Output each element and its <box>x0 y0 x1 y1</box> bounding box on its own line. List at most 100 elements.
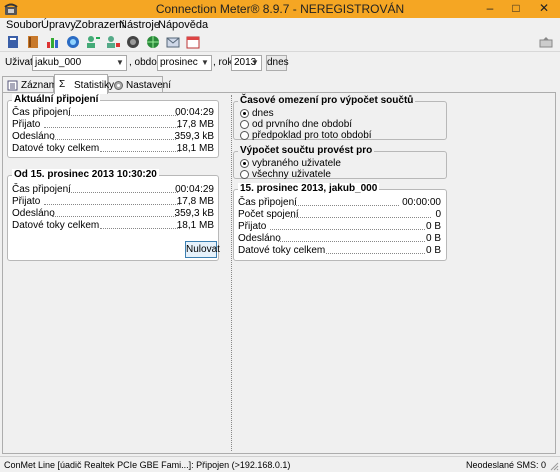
tab-settings-label: Nastavení <box>126 80 172 91</box>
status-bar: ConMet Line [úadič Realtek PCIe GBE Fami… <box>0 456 560 472</box>
stat-value: 0 B <box>425 233 441 244</box>
year-label: , rok <box>213 57 233 68</box>
radio-label: dnes <box>252 108 274 119</box>
panel-splitter[interactable] <box>231 95 232 451</box>
stat-label: Čas připojení <box>12 107 71 118</box>
stat-row: Čas připojení 00:04:29 <box>12 107 214 119</box>
stat-label: Přijato <box>12 119 41 130</box>
stat-value: 00:04:29 <box>175 184 214 195</box>
stat-label: Datové toky celkem <box>12 143 100 154</box>
radio-label: předpoklad pro toto období <box>252 130 372 141</box>
chevron-down-icon: ▼ <box>251 58 259 67</box>
settings-icon <box>114 81 123 90</box>
radio-indicator <box>240 170 249 179</box>
radio-label: vybraného uživatele <box>252 158 341 169</box>
stat-value: 18,1 MB <box>176 143 214 154</box>
time-limit-group: Časové omezení pro výpočet součtů dnes o… <box>233 95 447 141</box>
today-button[interactable]: dnes <box>266 55 289 71</box>
resize-grip-icon[interactable] <box>549 461 559 471</box>
connection-status: ConMet Line [úadič Realtek PCIe GBE Fami… <box>4 460 291 470</box>
stat-value: 0 B <box>425 221 441 232</box>
calendar-icon[interactable] <box>185 34 201 50</box>
stat-row: Počet spojení 0 <box>238 209 441 221</box>
bar-chart-icon[interactable] <box>45 34 61 50</box>
records-icon <box>7 80 18 91</box>
stat-row: Přijato 17,8 MB <box>12 119 214 131</box>
toolbar <box>0 32 560 52</box>
stat-row: Datové toky celkem 18,1 MB <box>12 143 214 155</box>
title-bar: Connection Meter® 8.9.7 - NEREGISTROVÁN … <box>0 0 560 18</box>
radio-label: všechny uživatele <box>252 169 331 180</box>
year-select[interactable]: 2013 ▼ <box>231 55 262 71</box>
chevron-down-icon: ▼ <box>201 58 209 67</box>
user-add-icon[interactable] <box>85 34 101 50</box>
tab-statistics[interactable]: Σ Statistiky <box>54 74 114 94</box>
menu-bar: Soubor Úpravy Zobrazení Nástroje Nápověd… <box>0 18 560 32</box>
radio-indicator <box>240 131 249 140</box>
menu-help[interactable]: Nápověda <box>158 19 208 31</box>
stat-value: 359,3 kB <box>174 131 214 142</box>
window-title: Connection Meter® 8.9.7 - NEREGISTROVÁN <box>155 2 405 16</box>
radio-indicator <box>240 120 249 129</box>
tab-settings[interactable]: Nastavení <box>108 76 171 93</box>
disconnect-icon[interactable] <box>125 34 141 50</box>
stat-row: Čas připojení 00:04:29 <box>12 184 214 196</box>
stat-value: 0 <box>435 209 441 220</box>
stat-value: 18,1 MB <box>176 220 214 231</box>
stat-label: Datové toky celkem <box>12 220 100 231</box>
address-book-icon[interactable] <box>25 34 41 50</box>
tab-records[interactable]: Záznamy <box>2 76 62 93</box>
stat-row: Odesláno 359,3 kB <box>12 208 214 220</box>
stat-label: Čas připojení <box>12 184 71 195</box>
reset-button[interactable]: Nulovat <box>185 241 220 258</box>
user-select[interactable]: jakub_000 ▼ <box>32 55 127 71</box>
stat-value: 17,8 MB <box>176 196 214 207</box>
maximize-button[interactable]: □ <box>506 1 526 16</box>
email-icon[interactable] <box>165 34 181 50</box>
tab-statistics-label: Statistiky <box>74 80 115 91</box>
menu-tools[interactable]: Nástroje <box>119 19 160 31</box>
stat-value: 17,8 MB <box>176 119 214 130</box>
user-select-value: jakub_000 <box>35 57 82 68</box>
summary-group: 15. prosinec 2013, jakub_000 Čas připoje… <box>233 183 447 261</box>
current-connection-group: Aktuální připojení Čas připojení 00:04:29… <box>7 94 219 158</box>
minimize-button[interactable]: – <box>480 1 500 16</box>
globe-icon[interactable] <box>145 34 161 50</box>
group-title: Aktuální připojení <box>12 94 101 105</box>
menu-edit[interactable]: Úpravy <box>41 19 76 31</box>
group-title: Výpočet součtu provést pro <box>238 145 375 156</box>
book-icon[interactable] <box>5 34 21 50</box>
stat-label: Odesláno <box>238 233 281 244</box>
stat-value: 00:04:29 <box>175 107 214 118</box>
menu-view[interactable]: Zobrazení <box>75 19 125 31</box>
close-button[interactable]: ✕ <box>534 1 554 16</box>
radio-label: od prvního dne období <box>252 119 353 130</box>
sms-status: Neodeslané SMS: 0 <box>465 460 546 470</box>
radio-indicator <box>240 159 249 168</box>
stat-label: Počet spojení <box>238 209 299 220</box>
stat-value: 0 B <box>425 245 441 256</box>
group-title: 15. prosinec 2013, jakub_000 <box>238 183 380 194</box>
menu-file[interactable]: Soubor <box>6 19 41 31</box>
stat-label: Odesláno <box>12 131 55 142</box>
period-select[interactable]: prosinec ▼ <box>157 55 212 71</box>
stat-row: Přijato 0 B <box>238 221 441 233</box>
sigma-icon: Σ <box>59 79 66 90</box>
stat-label: Přijato <box>238 221 267 232</box>
stat-row: Datové toky celkem 0 B <box>238 245 441 257</box>
statistics-panel: Aktuální připojení Čas připojení 00:04:29… <box>2 92 556 454</box>
refresh-icon[interactable] <box>65 34 81 50</box>
stat-label: Odesláno <box>12 208 55 219</box>
chevron-down-icon: ▼ <box>116 58 124 67</box>
group-title: Časové omezení pro výpočet součtů <box>238 95 416 106</box>
stat-row: Datové toky celkem 18,1 MB <box>12 220 214 232</box>
collapse-icon[interactable] <box>538 34 554 50</box>
user-remove-icon[interactable] <box>105 34 121 50</box>
period-select-value: prosinec <box>160 57 198 68</box>
stat-row: Odesláno 0 B <box>238 233 441 245</box>
group-title: Od 15. prosinec 2013 10:30:20 <box>12 169 159 180</box>
stat-label: Čas připojení <box>238 197 297 208</box>
filter-row: Uživatel jakub_000 ▼ , období prosinec ▼… <box>0 53 560 73</box>
since-group: Od 15. prosinec 2013 10:30:20 Čas připoj… <box>7 169 220 261</box>
stat-row: Odesláno 359,3 kB <box>12 131 214 143</box>
